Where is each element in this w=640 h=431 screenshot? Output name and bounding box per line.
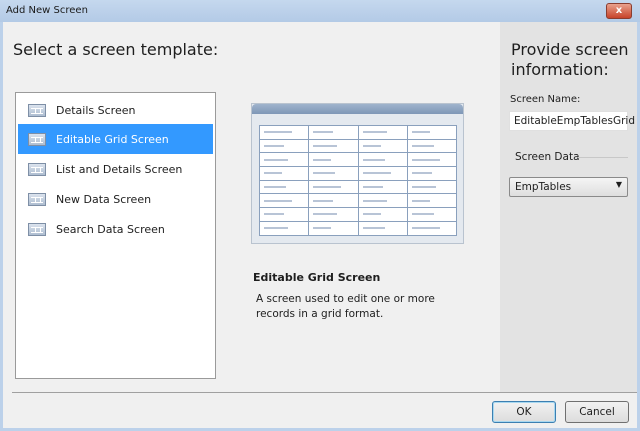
preview-cell [406, 179, 458, 195]
template-label: Details Screen [56, 103, 136, 117]
preview-cell [406, 138, 458, 154]
screen-template-icon [28, 132, 46, 146]
screen-name-label: Screen Name: [510, 94, 581, 105]
preview-cell [308, 179, 359, 195]
selected-value: EmpTables [515, 181, 572, 193]
window-title: Add New Screen [6, 5, 88, 16]
ok-button[interactable]: OK [492, 401, 556, 423]
template-item-list-details[interactable]: List and Details Screen [18, 154, 213, 184]
preview-cell [357, 152, 408, 168]
template-label: Editable Grid Screen [56, 132, 169, 146]
preview-cell [406, 193, 458, 209]
preview-cell [258, 207, 310, 222]
preview-row [258, 207, 458, 222]
preview-row [258, 138, 458, 154]
preview-cell [308, 166, 359, 181]
preview-cell [258, 166, 310, 181]
preview-row [258, 152, 458, 168]
screen-data-select[interactable]: EmpTables ▼ [509, 177, 628, 197]
preview-cell [357, 179, 408, 195]
preview-cell [406, 166, 458, 181]
template-label: New Data Screen [56, 192, 152, 206]
template-label: List and Details Screen [56, 162, 183, 176]
screen-template-icon [28, 162, 46, 176]
template-item-details[interactable]: Details Screen [18, 95, 213, 125]
divider [578, 157, 628, 158]
screen-name-input[interactable]: EditableEmpTablesGrid [509, 111, 635, 131]
preview-row [258, 193, 458, 209]
preview-cell [308, 152, 359, 168]
select-template-heading: Select a screen template: [13, 40, 219, 59]
preview-cell [406, 207, 458, 222]
preview-cell [406, 152, 458, 168]
preview-cell [357, 193, 408, 209]
preview-cell [406, 220, 458, 236]
preview-cell [308, 125, 359, 140]
preview-header [252, 104, 463, 114]
template-item-search-data[interactable]: Search Data Screen [18, 214, 213, 244]
preview-cell [357, 138, 408, 154]
preview-cell [357, 207, 408, 222]
preview-cell [357, 125, 408, 140]
preview-cell [308, 207, 359, 222]
screen-template-icon [28, 103, 46, 117]
screen-template-icon [28, 192, 46, 206]
preview-grid [258, 125, 458, 236]
dialog-body: Select a screen template: Details Screen… [3, 22, 637, 428]
close-button[interactable]: x [606, 3, 632, 19]
template-item-new-data[interactable]: New Data Screen [18, 184, 213, 214]
preview-cell [258, 152, 310, 168]
screen-info-heading: Provide screen information: [511, 40, 629, 79]
preview-cell [406, 125, 458, 140]
preview-cell [258, 220, 310, 236]
preview-cell [357, 166, 408, 181]
preview-cell [308, 220, 359, 236]
preview-row [258, 125, 458, 140]
preview-title: Editable Grid Screen [253, 271, 381, 284]
preview-description: A screen used to edit one or more record… [256, 293, 435, 320]
preview-cell [357, 220, 408, 236]
preview-cell [308, 138, 359, 154]
template-preview-image [251, 103, 464, 244]
preview-row [258, 220, 458, 236]
cancel-button[interactable]: Cancel [565, 401, 629, 423]
preview-cell [258, 179, 310, 195]
template-item-editable-grid[interactable]: Editable Grid Screen [18, 124, 213, 154]
title-bar: Add New Screen x [0, 0, 640, 22]
screen-data-label: Screen Data [515, 151, 580, 163]
preview-row [258, 179, 458, 195]
preview-cell [258, 138, 310, 154]
screen-template-icon [28, 222, 46, 236]
divider [12, 392, 637, 393]
template-label: Search Data Screen [56, 222, 165, 236]
preview-cell [258, 193, 310, 209]
preview-cell [258, 125, 310, 140]
preview-cell [308, 193, 359, 209]
dropdown-arrow-icon: ▼ [615, 180, 622, 189]
template-list[interactable]: Details Screen Editable Grid Screen List… [15, 92, 216, 379]
preview-row [258, 166, 458, 181]
